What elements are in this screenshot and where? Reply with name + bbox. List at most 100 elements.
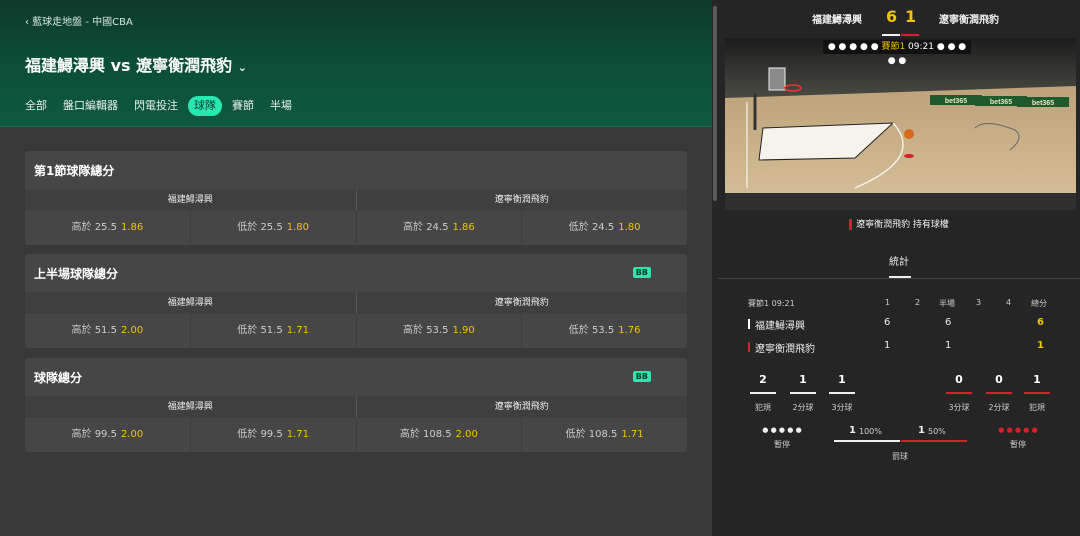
tab-half[interactable]: 半場: [270, 96, 292, 116]
home-team-color: [748, 319, 750, 329]
market-team-row: 福建鱘潯興 遼寧衡潤飛豹: [25, 189, 687, 211]
tab-flash-bet[interactable]: 閃電投注: [134, 96, 178, 116]
away-team-label: 遼寧衡潤飛豹: [494, 298, 549, 308]
away-fouls-value: 1: [1033, 373, 1041, 386]
away-ft-made: 1: [918, 425, 925, 436]
away-ft-track: [901, 440, 967, 442]
stats-away-q1: 1: [884, 340, 891, 351]
home-ft-track: [834, 440, 900, 442]
stats-header: 1: [885, 298, 891, 307]
home-team-label: 福建鱘潯興: [25, 189, 357, 211]
clock-period: 賽節1: [881, 42, 906, 52]
market-team-row: 福建鱘潯興 遼寧衡潤飛豹: [25, 292, 687, 314]
scoreboard-home-team: 福建鱘潯興: [812, 15, 862, 26]
market-team-row: 福建鱘潯興 遼寧衡潤飛豹: [25, 396, 687, 418]
tab-team[interactable]: 球隊: [188, 96, 222, 116]
court-ad: bet365: [990, 99, 1012, 106]
court-ad: bet365: [1032, 100, 1054, 107]
odds-button[interactable]: 高於 99.5 2.00: [25, 418, 191, 452]
court-ad: bet365: [945, 98, 967, 105]
tab-stats[interactable]: 統計: [889, 253, 909, 268]
away-score-underline: [901, 34, 919, 36]
market-card: 球隊總分 BB 福建鱘潯興 遼寧衡潤飛豹 高於 99.5 2.00 低於 99.5 1…: [25, 358, 687, 452]
odds-row: 高於 51.5 2.00 低於 51.5 1.71 高於 53.5 1.90 低於 5…: [25, 314, 687, 348]
odds-button[interactable]: 低於 108.5 1.71: [522, 418, 687, 452]
match-live-panel: 福建鱘潯興 6 1 遼寧衡潤飛豹 bet365 bet365 bet365 ● …: [718, 0, 1080, 536]
odds-button[interactable]: 高於 25.5 1.86: [25, 211, 191, 245]
odds-button[interactable]: 低於 99.5 1.71: [191, 418, 357, 452]
home-2pt-label: 2分球: [792, 403, 814, 412]
court-visualization: bet365 bet365 bet365 ● ● ● ● ● 賽節1 09:21…: [725, 38, 1076, 210]
stats-header: 總分: [1031, 299, 1047, 308]
away-team-color: [748, 342, 750, 352]
breadcrumb[interactable]: ‹ 藍球走地盤 - 中國CBA: [25, 13, 133, 28]
odds-button[interactable]: 低於 51.5 1.71: [191, 314, 357, 348]
odds-button[interactable]: 高於 108.5 2.00: [357, 418, 523, 452]
stats-header: 2: [915, 298, 921, 307]
home-team-label: 福建鱘潯興: [25, 292, 357, 314]
home-2pt-value: 1: [799, 373, 807, 386]
stats-away-team: 遼寧衡潤飛豹: [755, 344, 815, 355]
tab-bet-builder[interactable]: 盤口編輯器: [63, 96, 118, 116]
home-fouls-label: 犯規: [755, 403, 771, 412]
markets-panel: ‹ 藍球走地盤 - 中國CBA 福建鱘潯興 vs 遼寧衡潤飛豹 ⌄ 全部 盤口編…: [0, 0, 712, 536]
underline: [829, 392, 855, 394]
bet-builder-badge: BB: [632, 371, 651, 382]
odds-button[interactable]: 高於 24.5 1.86: [357, 211, 523, 245]
away-fouls-label: 犯規: [1029, 403, 1045, 412]
market-title[interactable]: 球隊總分 BB: [25, 358, 687, 396]
away-2pt-value: 0: [995, 373, 1003, 386]
clock-dots: ● ● ● ● ●: [827, 42, 879, 52]
possession-indicator: 遼寧衡潤飛豹 持有球權: [718, 217, 1080, 230]
underline: [986, 392, 1012, 394]
scrollbar[interactable]: [713, 6, 717, 201]
tab-all[interactable]: 全部: [25, 96, 47, 116]
away-ft-fill: [901, 440, 967, 442]
divider: [718, 278, 1080, 279]
scoreboard-home-score: 6: [886, 7, 898, 26]
clock-time: 09:21: [908, 42, 934, 52]
home-timeouts: ● ● ● ● ●: [762, 426, 802, 434]
scoreboard-away-team: 遼寧衡潤飛豹: [939, 15, 999, 26]
odds-button[interactable]: 高於 51.5 2.00: [25, 314, 191, 348]
stats-period-label: 賽節1 09:21: [748, 299, 795, 308]
stats-home-q1: 6: [884, 317, 891, 328]
match-title[interactable]: 福建鱘潯興 vs 遼寧衡潤飛豹 ⌄: [25, 52, 247, 76]
stats-header: 4: [1006, 298, 1012, 307]
freethrow-label: 罰球: [892, 452, 908, 461]
home-fouls-value: 2: [759, 373, 767, 386]
match-header: ‹ 藍球走地盤 - 中國CBA 福建鱘潯興 vs 遼寧衡潤飛豹 ⌄ 全部 盤口編…: [0, 0, 712, 127]
tab-quarter[interactable]: 賽節: [232, 96, 254, 116]
away-ft-pct: 50%: [928, 427, 946, 436]
stats-home-half: 6: [945, 317, 952, 328]
underline: [1024, 392, 1050, 394]
stats-home-total: 6: [1037, 317, 1044, 328]
home-ft-made: 1: [849, 425, 856, 436]
bet-builder-badge: BB: [632, 267, 651, 278]
stats-home-team: 福建鱘潯興: [755, 321, 805, 332]
market-card: 上半場球隊總分 BB 福建鱘潯興 遼寧衡潤飛豹 高於 51.5 2.00 低於 51…: [25, 254, 687, 348]
stats-header: 3: [976, 298, 982, 307]
away-3pt-value: 0: [955, 373, 963, 386]
away-2pt-label: 2分球: [988, 403, 1010, 412]
away-timeouts: ● ● ● ● ●: [998, 426, 1038, 434]
stats-away-half: 1: [945, 340, 952, 351]
home-ft-pct: 100%: [859, 427, 882, 436]
home-3pt-label: 3分球: [831, 403, 853, 412]
possession-bar: [849, 219, 853, 230]
away-timeouts-label: 暫停: [1010, 440, 1026, 449]
home-timeouts-label: 暫停: [774, 440, 790, 449]
market-title[interactable]: 上半場球隊總分 BB: [25, 254, 687, 292]
market-tabs: 全部 盤口編輯器 閃電投注 球隊 賽節 半場: [25, 96, 308, 116]
odds-button[interactable]: 高於 53.5 1.90: [357, 314, 523, 348]
odds-button[interactable]: 低於 25.5 1.80: [191, 211, 357, 245]
chevron-down-icon[interactable]: ⌄: [238, 61, 247, 74]
odds-button[interactable]: 低於 53.5 1.76: [522, 314, 687, 348]
underline: [750, 392, 776, 394]
market-card: 第1節球隊總分 福建鱘潯興 遼寧衡潤飛豹 高於 25.5 1.86 低於 25.5…: [25, 151, 687, 245]
odds-row: 高於 99.5 2.00 低於 99.5 1.71 高於 108.5 2.00 低於 …: [25, 418, 687, 452]
odds-button[interactable]: 低於 24.5 1.80: [522, 211, 687, 245]
market-title[interactable]: 第1節球隊總分: [25, 151, 687, 189]
underline: [946, 392, 972, 394]
home-score-underline: [882, 34, 900, 36]
